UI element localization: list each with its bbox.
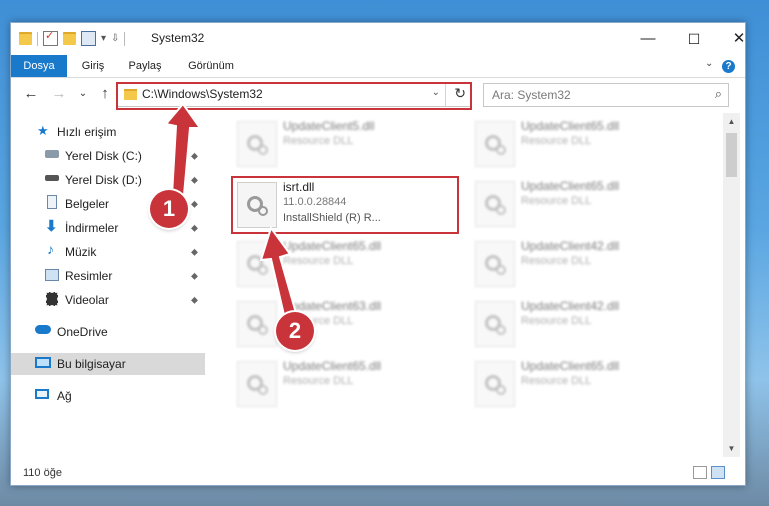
step-1-badge: 1 <box>150 190 188 228</box>
step-2-badge: 2 <box>276 312 314 350</box>
arrow-2-icon <box>259 225 298 317</box>
arrow-1-icon <box>164 102 202 196</box>
annotation-arrows <box>164 102 298 317</box>
